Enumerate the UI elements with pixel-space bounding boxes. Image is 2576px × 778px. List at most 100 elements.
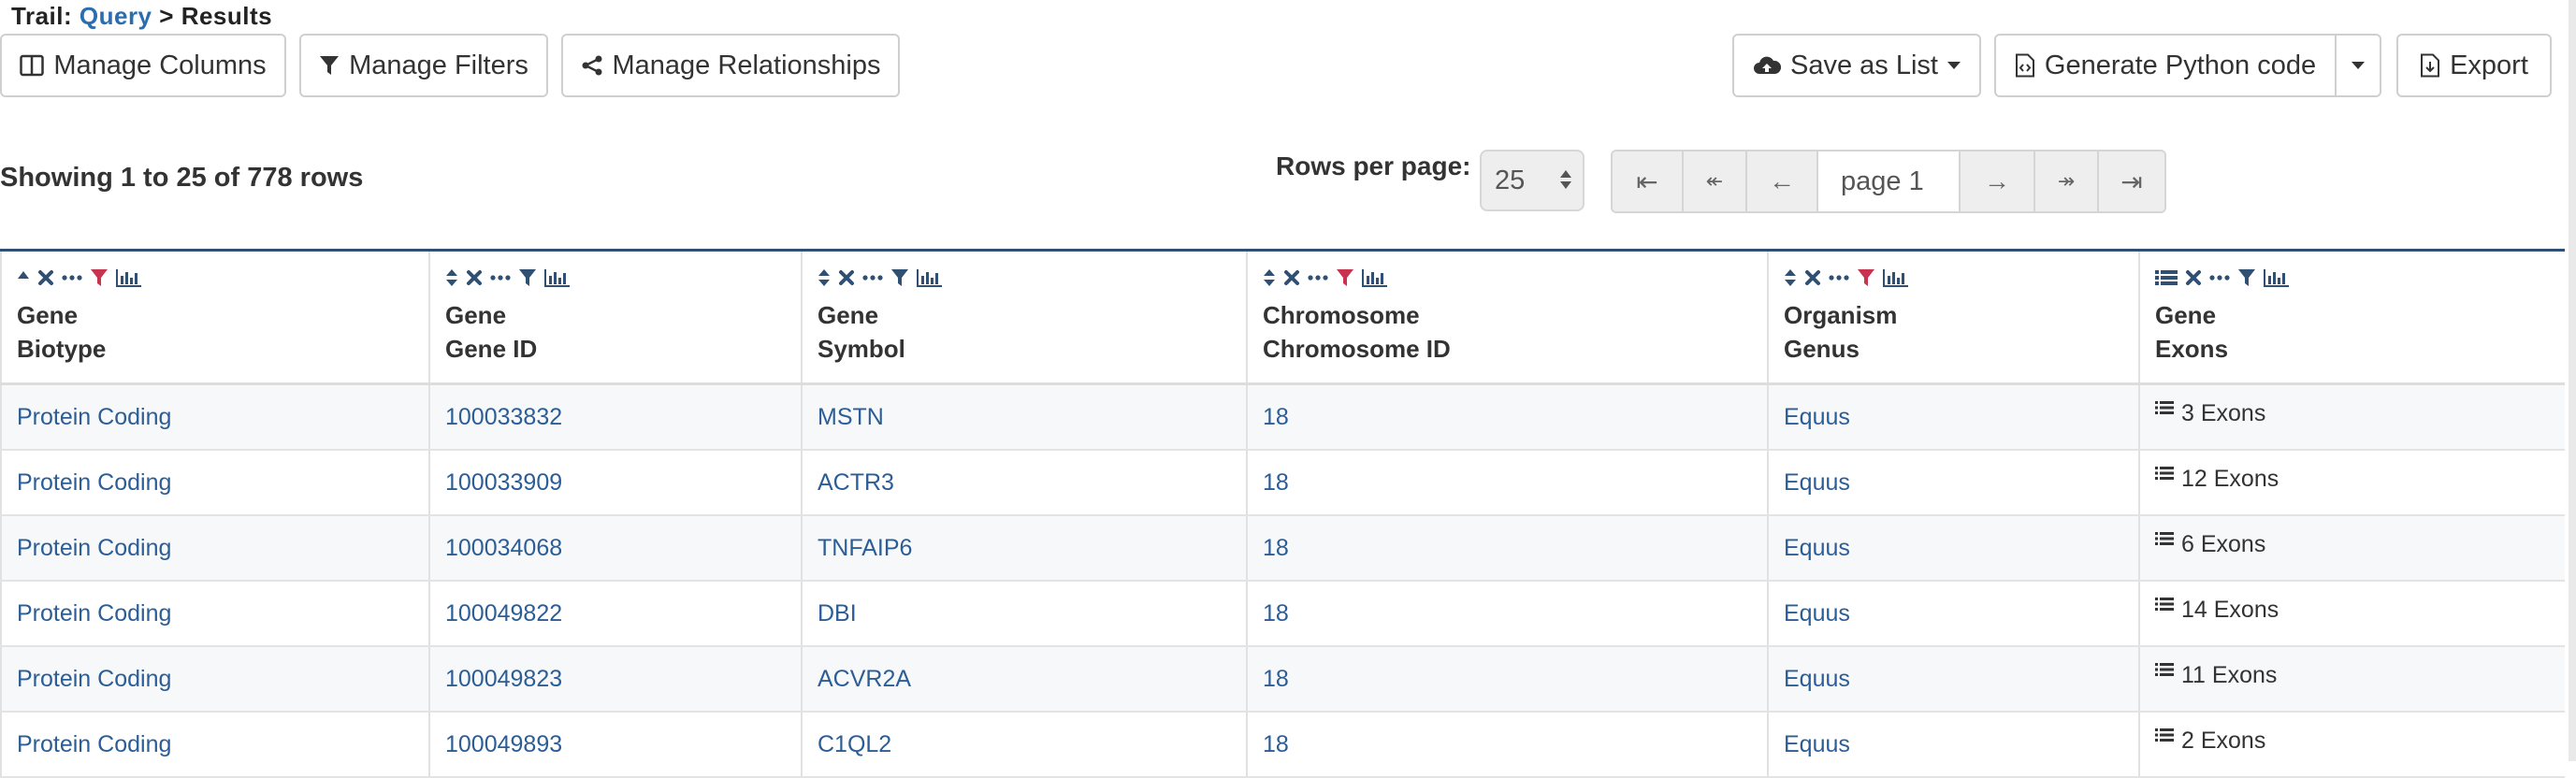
manage-filters-button[interactable]: Manage Filters [299, 34, 548, 97]
cell-value[interactable]: 100049893 [445, 731, 562, 758]
next-page-button[interactable]: → [1961, 151, 2035, 211]
cell-value[interactable]: ACVR2A [818, 666, 911, 693]
cell-value[interactable]: Protein Coding [17, 666, 171, 693]
table-cell-exons[interactable]: 14 Exons [2138, 582, 2565, 645]
cell-value[interactable]: Protein Coding [17, 535, 171, 562]
table-cell-gene-id[interactable]: 100049893 [428, 713, 801, 776]
manage-columns-button[interactable]: Manage Columns [0, 34, 286, 97]
cell-value[interactable]: 18 [1263, 469, 1289, 497]
table-cell-chromosome[interactable]: 18 [1246, 451, 1767, 514]
cell-value[interactable]: Protein Coding [17, 469, 171, 497]
table-cell-exons[interactable]: 12 Exons [2138, 451, 2565, 514]
cell-value[interactable]: 100034068 [445, 535, 562, 562]
sort-asc-icon[interactable] [17, 268, 30, 287]
bar-chart-icon[interactable] [917, 268, 943, 287]
cell-value[interactable]: 18 [1263, 666, 1289, 693]
filter-icon[interactable] [2237, 268, 2256, 287]
ellipsis-icon[interactable] [862, 269, 883, 286]
save-as-list-button[interactable]: Save as List [1732, 34, 1981, 97]
table-cell-biotype[interactable]: Protein Coding [0, 451, 428, 514]
filter-icon[interactable] [90, 268, 109, 287]
table-cell-biotype[interactable]: Protein Coding [0, 385, 428, 449]
cell-value[interactable]: C1QL2 [818, 731, 891, 758]
table-cell-chromosome[interactable]: 18 [1246, 582, 1767, 645]
previous-page-button[interactable]: ← [1747, 151, 1818, 211]
manage-relationships-button[interactable]: Manage Relationships [561, 34, 900, 97]
table-cell-symbol[interactable]: DBI [801, 582, 1246, 645]
fast-back-button[interactable]: ↞ [1684, 151, 1747, 211]
table-cell-chromosome[interactable]: 18 [1246, 385, 1767, 449]
bar-chart-icon[interactable] [116, 268, 142, 287]
table-cell-gene-id[interactable]: 100049822 [428, 582, 801, 645]
remove-icon[interactable] [2185, 269, 2202, 286]
list-icon[interactable] [2155, 268, 2178, 287]
table-cell-biotype[interactable]: Protein Coding [0, 713, 428, 776]
bar-chart-icon[interactable] [2264, 268, 2290, 287]
rows-per-page-select[interactable]: 25 [1480, 150, 1585, 211]
filter-icon[interactable] [1857, 268, 1875, 287]
cell-value[interactable]: Equus [1784, 535, 1850, 562]
bar-chart-icon[interactable] [544, 268, 571, 287]
ellipsis-icon[interactable] [62, 269, 82, 286]
filter-icon[interactable] [518, 268, 537, 287]
breadcrumb-link-query[interactable]: Query [80, 2, 152, 30]
bar-chart-icon[interactable] [1362, 268, 1388, 287]
cell-value[interactable]: Protein Coding [17, 600, 171, 627]
sort-icon[interactable] [1784, 268, 1797, 287]
table-cell-exons[interactable]: 6 Exons [2138, 516, 2565, 580]
cell-value[interactable]: Equus [1784, 666, 1850, 693]
cell-value[interactable]: Protein Coding [17, 731, 171, 758]
remove-icon[interactable] [838, 269, 855, 286]
cell-value[interactable]: TNFAIP6 [818, 535, 912, 562]
generate-code-button[interactable]: Generate Python code [1994, 34, 2337, 97]
page-scrollbar[interactable] [2569, 0, 2576, 761]
table-cell-genus[interactable]: Equus [1767, 713, 2138, 776]
table-cell-symbol[interactable]: MSTN [801, 385, 1246, 449]
filter-icon[interactable] [1336, 268, 1354, 287]
table-cell-genus[interactable]: Equus [1767, 516, 2138, 580]
cell-value[interactable]: 18 [1263, 404, 1289, 431]
page-number-input[interactable]: page 1 [1818, 151, 1961, 211]
sort-icon[interactable] [1263, 268, 1276, 287]
cell-value[interactable]: Equus [1784, 404, 1850, 431]
table-cell-symbol[interactable]: ACVR2A [801, 647, 1246, 711]
filter-icon[interactable] [890, 268, 909, 287]
cell-value[interactable]: 100049823 [445, 666, 562, 693]
table-cell-genus[interactable]: Equus [1767, 582, 2138, 645]
sort-icon[interactable] [818, 268, 831, 287]
table-cell-gene-id[interactable]: 100049823 [428, 647, 801, 711]
table-cell-symbol[interactable]: ACTR3 [801, 451, 1246, 514]
cell-value[interactable]: Equus [1784, 469, 1850, 497]
table-cell-chromosome[interactable]: 18 [1246, 713, 1767, 776]
table-cell-gene-id[interactable]: 100033909 [428, 451, 801, 514]
cell-value[interactable]: Equus [1784, 600, 1850, 627]
table-cell-gene-id[interactable]: 100033832 [428, 385, 801, 449]
table-cell-symbol[interactable]: TNFAIP6 [801, 516, 1246, 580]
cell-value[interactable]: 100049822 [445, 600, 562, 627]
ellipsis-icon[interactable] [2209, 269, 2230, 286]
ellipsis-icon[interactable] [1308, 269, 1328, 286]
table-cell-chromosome[interactable]: 18 [1246, 647, 1767, 711]
table-cell-biotype[interactable]: Protein Coding [0, 516, 428, 580]
cell-value[interactable]: MSTN [818, 404, 884, 431]
table-cell-biotype[interactable]: Protein Coding [0, 582, 428, 645]
cell-value[interactable]: ACTR3 [818, 469, 894, 497]
bar-chart-icon[interactable] [1883, 268, 1909, 287]
table-cell-exons[interactable]: 2 Exons [2138, 713, 2565, 776]
cell-value[interactable]: DBI [818, 600, 857, 627]
cell-value[interactable]: Equus [1784, 731, 1850, 758]
first-page-button[interactable]: ⇤ [1613, 151, 1684, 211]
cell-value[interactable]: 18 [1263, 535, 1289, 562]
ellipsis-icon[interactable] [490, 269, 511, 286]
ellipsis-icon[interactable] [1829, 269, 1849, 286]
remove-icon[interactable] [1804, 269, 1821, 286]
remove-icon[interactable] [1283, 269, 1300, 286]
remove-icon[interactable] [466, 269, 483, 286]
table-cell-symbol[interactable]: C1QL2 [801, 713, 1246, 776]
table-cell-genus[interactable]: Equus [1767, 451, 2138, 514]
last-page-button[interactable]: ⇥ [2099, 151, 2164, 211]
table-cell-chromosome[interactable]: 18 [1246, 516, 1767, 580]
cell-value[interactable]: 18 [1263, 600, 1289, 627]
table-cell-exons[interactable]: 3 Exons [2138, 385, 2565, 449]
cell-value[interactable]: 100033909 [445, 469, 562, 497]
